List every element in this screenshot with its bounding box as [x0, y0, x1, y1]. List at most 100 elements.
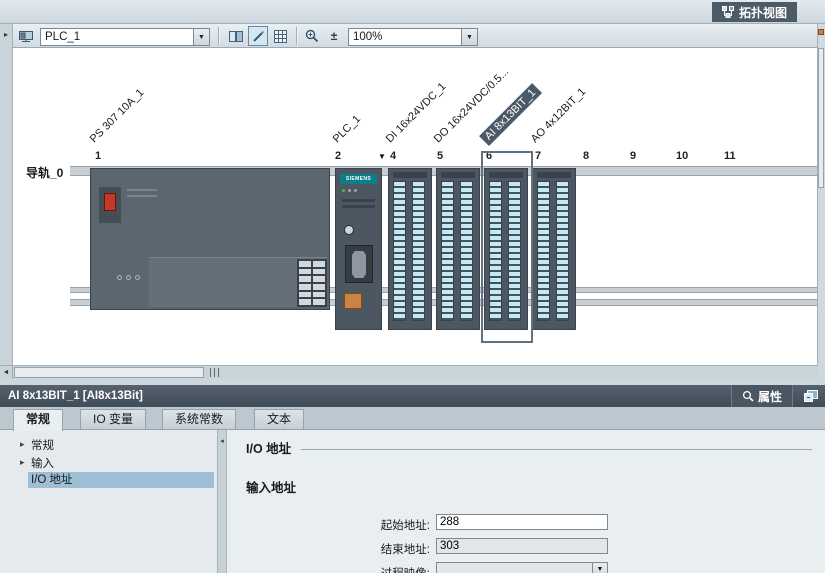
start-address-label: 起始地址: — [380, 520, 430, 532]
section-io-address: I/O 地址 — [246, 438, 812, 457]
slot-number-10: 10 — [676, 150, 689, 162]
properties-tab-label: 属性 — [757, 389, 782, 404]
io-module-header — [441, 172, 475, 178]
properties-tab[interactable]: 属性 — [730, 385, 793, 407]
dock-icon — [804, 390, 818, 402]
tab-general[interactable]: 常规 — [13, 409, 64, 431]
toolbar-separator — [218, 27, 219, 45]
scroll-marker[interactable] — [818, 29, 824, 35]
slot-number-8: 8 — [583, 150, 590, 162]
vertical-scrollbar-thumb[interactable] — [818, 48, 824, 188]
inspector-title: AI 8x13BIT_1 [AI8x13Bit] — [8, 390, 143, 402]
split-view-button[interactable] — [226, 26, 246, 46]
slot-number-7: 7 — [535, 150, 542, 162]
device-select-value: PLC_1 — [45, 31, 81, 43]
tab-system-constants[interactable]: 系统常数 — [162, 409, 237, 430]
plc-label-bar — [342, 205, 375, 208]
slot-number-9: 9 — [630, 150, 637, 162]
chevron-down-icon: ▼ — [592, 563, 607, 573]
grid-view-button[interactable] — [270, 26, 290, 46]
subsection-input-addresses: 输入地址 — [246, 481, 297, 495]
slot-number-4: 4 — [390, 150, 397, 162]
magnifier-icon — [742, 390, 754, 402]
end-address-label: 结束地址: — [380, 544, 430, 556]
zoom-select-value: 100% — [353, 31, 383, 43]
dock-inspector-button[interactable] — [801, 387, 821, 405]
plc-led — [348, 189, 351, 192]
horizontal-scrollbar-thumb[interactable] — [14, 367, 204, 378]
device-icon — [18, 28, 34, 44]
module-ps[interactable] — [90, 168, 330, 310]
module-ao[interactable] — [532, 168, 576, 330]
io-terminal-strip — [412, 181, 425, 321]
end-address-input[interactable] — [436, 538, 608, 554]
chevron-down-icon: ▼ — [198, 33, 205, 41]
view-tab-bar — [0, 0, 825, 24]
splitter-grip[interactable] — [210, 368, 219, 377]
io-terminal-strip — [537, 181, 550, 321]
plc-memory-card-slot — [344, 293, 362, 309]
plus-minus-icon: ± — [330, 29, 338, 43]
nav-item-io-address-label: I/O 地址 — [31, 474, 73, 486]
slot-number-2: 2 — [335, 150, 342, 162]
plc-mpi-connector — [345, 245, 373, 283]
siemens-logo: SIEMENS — [340, 174, 377, 184]
slot-number-11: 11 — [724, 150, 736, 162]
pen-icon — [252, 30, 264, 42]
edit-mode-button[interactable] — [248, 26, 268, 46]
start-address-input[interactable] — [436, 514, 608, 530]
module-label-plc[interactable]: PLC_1 — [330, 112, 364, 146]
module-di[interactable] — [388, 168, 432, 330]
toolbar-separator — [296, 27, 297, 45]
slot-number-5: 5 — [437, 150, 444, 162]
zoom-stepper-button[interactable]: ± — [324, 26, 344, 46]
zoom-select-arrow[interactable]: ▼ — [461, 29, 477, 45]
process-image-value — [437, 563, 592, 573]
ps-label-line — [127, 189, 157, 191]
ps-test-points — [117, 275, 140, 280]
io-terminal-strip — [460, 181, 473, 321]
nav-splitter[interactable]: ◂ — [218, 430, 227, 573]
nav-item-general[interactable]: 常规 — [31, 437, 54, 453]
plc-mode-switch — [344, 225, 354, 235]
nav-expand-icon[interactable]: ▸ — [20, 457, 25, 468]
collapse-arrow-icon: ▸ — [3, 30, 8, 39]
topology-view-tab[interactable]: 拓扑视图 — [711, 2, 797, 22]
io-module-header — [393, 172, 427, 178]
nav-item-io-address-selected[interactable]: I/O 地址 — [28, 472, 214, 488]
topology-icon — [721, 6, 734, 18]
grid-icon — [273, 29, 287, 43]
tia-portal-window: 拓扑视图 PLC_1 ▼ ± 100% ▼ ▸ PS 307 10A_1 PLC… — [0, 0, 825, 573]
zoom-select[interactable]: 100% ▼ — [348, 28, 478, 46]
io-module-header — [537, 172, 571, 178]
process-image-label: 过程映像: — [300, 565, 430, 573]
device-select-arrow[interactable]: ▼ — [193, 29, 209, 45]
magnifier-plus-icon — [305, 29, 319, 43]
ps-label-line — [127, 195, 157, 197]
io-terminal-strip — [556, 181, 569, 321]
io-terminal-strip — [393, 181, 406, 321]
slot-filter-arrow-icon[interactable]: ▼ — [378, 152, 386, 161]
nav-expand-icon[interactable]: ▸ — [20, 439, 25, 450]
scroll-left-arrow-icon[interactable]: ◄ — [0, 366, 13, 379]
split-view-icon — [229, 30, 243, 42]
io-terminal-strip — [441, 181, 454, 321]
chevron-down-icon: ▼ — [466, 33, 473, 41]
module-plc[interactable]: SIEMENS — [335, 168, 382, 330]
plc-label-bar — [342, 199, 375, 202]
section-title: I/O 地址 — [246, 442, 292, 456]
rail-label: 导轨_0 — [26, 166, 64, 180]
plc-led-green — [342, 189, 345, 192]
module-label-ps[interactable]: PS 307 10A_1 — [87, 86, 147, 146]
device-select[interactable]: PLC_1 ▼ — [40, 28, 210, 46]
zoom-in-button[interactable] — [302, 26, 322, 46]
left-panel-collapse-strip[interactable]: ▸ — [0, 24, 13, 366]
topology-view-label: 拓扑视图 — [738, 5, 787, 20]
process-image-select[interactable]: ▼ — [436, 562, 608, 573]
tab-io-tags[interactable]: IO 变量 — [80, 409, 147, 430]
splitter-arrow-icon: ◂ — [220, 438, 224, 445]
module-do[interactable] — [436, 168, 480, 330]
nav-item-input[interactable]: 输入 — [31, 455, 54, 471]
device-view-canvas[interactable]: PS 307 10A_1 PLC_1 DI 16x24VDC_1 DO 16x2… — [13, 48, 817, 365]
tab-texts[interactable]: 文本 — [254, 409, 305, 430]
